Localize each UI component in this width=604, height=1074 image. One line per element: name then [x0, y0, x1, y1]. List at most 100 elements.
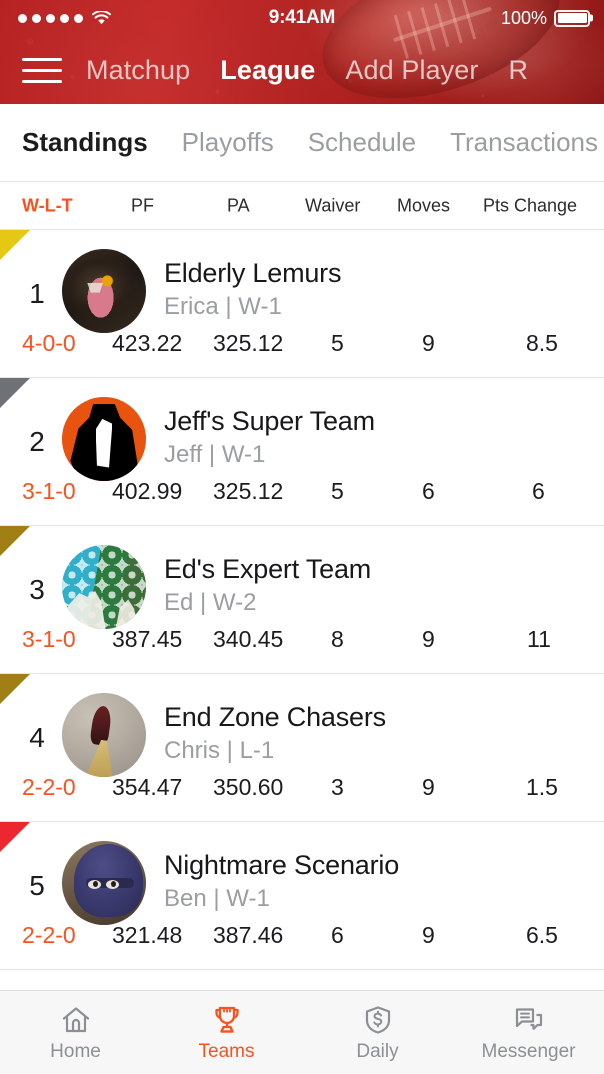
team-stats: 2-2-0 321.48 387.46 6 9 6.5: [0, 922, 604, 962]
trophy-icon: [210, 1003, 244, 1037]
table-row[interactable]: 5 Nightmare Scenario Ben | W-1 2-2-0 321…: [0, 822, 604, 970]
table-row[interactable]: 3 Ed's Expert Team Ed | W-2 3-1-0 387.45…: [0, 526, 604, 674]
nav-tab-matchup[interactable]: Matchup: [86, 55, 190, 86]
shield-dollar-icon: [361, 1003, 395, 1037]
bottom-tab-label: Teams: [198, 1040, 255, 1062]
home-icon: [59, 1003, 93, 1037]
team-avatar-cat[interactable]: [62, 249, 146, 333]
team-name: Ed's Expert Team: [164, 554, 372, 584]
table-row[interactable]: 2 Jeff's Super Team Jeff | W-1 3-1-0 402…: [0, 378, 604, 526]
stat-pf: 402.99: [112, 478, 183, 504]
team-stats: 3-1-0 402.99 325.12 5 6 6: [0, 478, 604, 518]
bottom-tab-label: Home: [50, 1040, 101, 1062]
tab-standings[interactable]: Standings: [22, 127, 148, 158]
column-header-waiver[interactable]: Waiver: [305, 195, 360, 216]
signal-dots-icon: [18, 13, 83, 23]
team-owner-streak: Jeff | W-1: [164, 441, 266, 468]
team-avatar-bat[interactable]: [62, 841, 146, 925]
team-name: End Zone Chasers: [164, 702, 386, 732]
stat-record: 3-1-0: [22, 478, 76, 504]
table-row[interactable]: 1 Elderly Lemurs Erica | W-1 4-0-0 423.2…: [0, 230, 604, 378]
status-bar: 9:41AM 100%: [0, 0, 604, 36]
rank-number: 3: [29, 574, 45, 605]
stat-moves: 9: [422, 922, 435, 948]
fantasy-football-app: 9:41AM 100% Matchup League Add Player R …: [0, 0, 604, 1074]
stat-pts-change: 6: [532, 478, 545, 504]
rank-number: 2: [29, 426, 45, 457]
wifi-icon: [92, 11, 111, 25]
rank-number: 4: [29, 722, 45, 753]
stat-waiver: 5: [331, 478, 344, 504]
bottom-tab-daily[interactable]: Daily: [302, 991, 453, 1074]
bottom-tab-teams[interactable]: Teams: [151, 991, 302, 1074]
rank-number: 5: [29, 870, 45, 901]
standings-column-headers: W-L-T PF PA Waiver Moves Pts Change: [0, 182, 604, 230]
rank-corner-badge: [0, 378, 30, 408]
team-owner-streak: Chris | L-1: [164, 737, 275, 764]
stat-waiver: 6: [331, 922, 344, 948]
rank-number: 1: [29, 278, 45, 309]
rank-corner-badge: [0, 526, 30, 556]
bottom-tab-messenger[interactable]: Messenger: [453, 991, 604, 1074]
stat-pf: 354.47: [112, 774, 183, 800]
team-avatar-feather[interactable]: [62, 693, 146, 777]
stat-moves: 6: [422, 478, 435, 504]
team-stats: 4-0-0 423.22 325.12 5 9 8.5: [0, 330, 604, 370]
status-bar-left: [18, 11, 111, 25]
bottom-tab-home[interactable]: Home: [0, 991, 151, 1074]
stat-moves: 9: [422, 626, 435, 652]
league-section-tabs: Standings Playoffs Schedule Transactions: [0, 104, 604, 182]
team-name: Jeff's Super Team: [164, 406, 375, 436]
tab-schedule[interactable]: Schedule: [308, 127, 416, 158]
nav-tab-league[interactable]: League: [220, 55, 315, 86]
team-avatar-dots[interactable]: [62, 545, 146, 629]
stat-pf: 321.48: [112, 922, 183, 948]
nav-tab-roster[interactable]: R: [508, 55, 528, 86]
column-header-pts-change[interactable]: Pts Change: [483, 195, 577, 216]
hamburger-menu-icon[interactable]: [22, 54, 62, 86]
battery-full-icon: [554, 9, 590, 27]
stat-waiver: 8: [331, 626, 344, 652]
team-name: Elderly Lemurs: [164, 258, 342, 288]
bottom-tab-bar: Home Teams Daily Messenger: [0, 990, 604, 1074]
stat-record: 2-2-0: [22, 922, 76, 948]
team-owner-streak: Ed | W-2: [164, 589, 257, 616]
tab-transactions[interactable]: Transactions: [450, 127, 598, 158]
stat-pts-change: 6.5: [526, 922, 558, 948]
bottom-tab-label: Messenger: [481, 1040, 576, 1062]
column-header-pa[interactable]: PA: [227, 195, 250, 216]
stat-pa: 325.12: [213, 478, 284, 504]
stat-waiver: 3: [331, 774, 344, 800]
stat-waiver: 5: [331, 330, 344, 356]
stat-record: 4-0-0: [22, 330, 76, 356]
column-header-moves[interactable]: Moves: [397, 195, 450, 216]
column-header-record[interactable]: W-L-T: [22, 195, 73, 216]
team-stats: 2-2-0 354.47 350.60 3 9 1.5: [0, 774, 604, 814]
team-stats: 3-1-0 387.45 340.45 8 9 11: [0, 626, 604, 666]
rank-corner-badge: [0, 230, 30, 260]
stat-pts-change: 11: [527, 626, 551, 652]
status-bar-right: 100%: [501, 8, 590, 29]
stat-pts-change: 8.5: [526, 330, 558, 356]
stat-record: 3-1-0: [22, 626, 76, 652]
stat-pf: 423.22: [112, 330, 183, 356]
tab-playoffs[interactable]: Playoffs: [182, 127, 274, 158]
stat-pa: 325.12: [213, 330, 284, 356]
team-name: Nightmare Scenario: [164, 850, 400, 880]
stat-record: 2-2-0: [22, 774, 76, 800]
nav-tab-add-player[interactable]: Add Player: [345, 55, 478, 86]
stat-moves: 9: [422, 774, 435, 800]
stat-pa: 387.46: [213, 922, 284, 948]
app-header: 9:41AM 100% Matchup League Add Player R: [0, 0, 604, 104]
header-nav-tabs: Matchup League Add Player R: [86, 55, 528, 86]
column-header-pf[interactable]: PF: [131, 195, 154, 216]
table-row[interactable]: 4 End Zone Chasers Chris | L-1 2-2-0 354…: [0, 674, 604, 822]
rank-corner-badge: [0, 822, 30, 852]
team-owner-streak: Ben | W-1: [164, 885, 270, 912]
stat-pts-change: 1.5: [526, 774, 558, 800]
stat-moves: 9: [422, 330, 435, 356]
rank-corner-badge: [0, 674, 30, 704]
chat-bubbles-icon: [512, 1003, 546, 1037]
team-avatar-suit[interactable]: [62, 397, 146, 481]
header-nav-row: Matchup League Add Player R: [0, 36, 604, 104]
